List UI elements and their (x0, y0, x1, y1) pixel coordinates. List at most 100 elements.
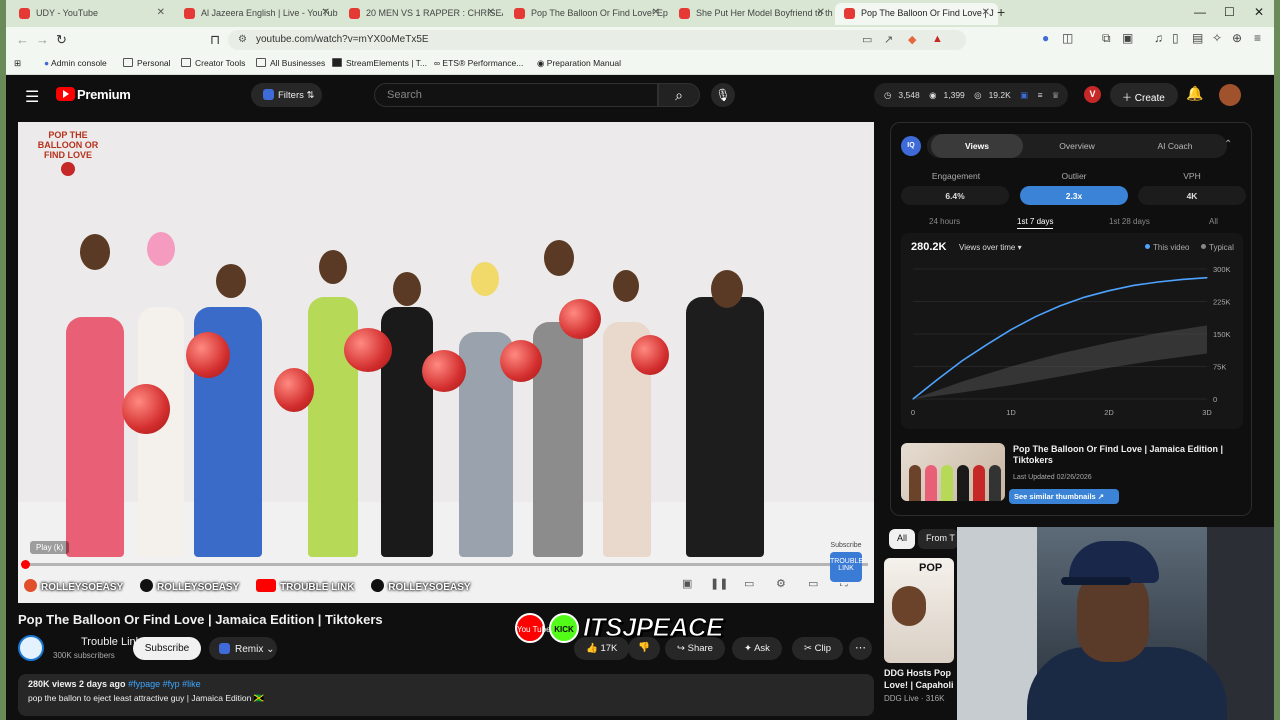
site-info-icon[interactable]: ⚙ (238, 34, 247, 45)
red-balloon (422, 350, 466, 392)
more-actions-icon[interactable]: ⋯ (849, 637, 872, 660)
miniplayer-icon[interactable]: ▭ (808, 577, 818, 590)
bookmark-admin-console[interactable]: ● Admin console (44, 58, 107, 68)
browser-tab[interactable]: UDY - YouTube ✕ (10, 3, 173, 25)
bookmark-folder-personal[interactable]: Personal (123, 58, 171, 68)
close-tab-icon[interactable]: ✕ (322, 7, 330, 18)
metric-engagement[interactable]: 6.4% (901, 186, 1009, 205)
dislike-button[interactable]: 👎 (628, 637, 660, 660)
channel-stats-pill[interactable]: ◷ 3,548 ◉ 1,399 ◎ 19.2K ▣ ≡ ♕ (874, 83, 1068, 107)
close-window-icon[interactable]: ✕ (1254, 5, 1264, 19)
extension-v-badge[interactable]: V (1084, 86, 1101, 103)
range-first-7-days[interactable]: 1st 7 days (1017, 217, 1054, 229)
like-button[interactable]: 👍 17K (574, 637, 630, 660)
wallet-icon[interactable]: ▤ (1192, 31, 1203, 45)
install-icon[interactable]: ▭ (862, 33, 872, 46)
browser-tab-active[interactable]: Pop The Balloon Or Find Love | J ✕ (835, 3, 998, 25)
tab-ai-coach[interactable]: AI Coach (1129, 134, 1221, 158)
filters-button[interactable]: Filters ⇅ (251, 83, 322, 107)
see-similar-thumbnails-button[interactable]: See similar thumbnails ↗ (1009, 489, 1119, 504)
ask-button[interactable]: ✦ Ask (732, 637, 782, 660)
extensions-puzzle-icon[interactable]: ⧉ (1102, 31, 1111, 46)
metric-vph[interactable]: 4K (1138, 186, 1246, 205)
leo-ai-icon[interactable]: ✧ (1212, 31, 1222, 45)
sidebar-icon[interactable]: ▯ (1172, 31, 1179, 45)
vidiq-player-icon[interactable]: ▣ (682, 577, 692, 590)
forward-icon[interactable]: → (36, 32, 49, 47)
hashtags[interactable]: #fypage #fyp #like (128, 679, 201, 689)
new-tab-icon[interactable]: + (997, 4, 1005, 20)
bookmark-folder-creator-tools[interactable]: Creator Tools (181, 58, 245, 68)
search-button[interactable]: ⌕ (658, 83, 700, 107)
share-button[interactable]: ↪ Share (665, 637, 725, 660)
metric-outlier[interactable]: 2.3x (1020, 186, 1128, 205)
tab-overview[interactable]: Overview (1031, 134, 1123, 158)
extension-icon[interactable]: ● (1042, 31, 1049, 45)
scrubber-handle[interactable] (21, 560, 30, 569)
menu-icon[interactable]: ≡ (1254, 31, 1261, 45)
guide-menu-icon[interactable]: ☰ (25, 87, 39, 107)
brave-shield-icon[interactable]: ◆ (908, 33, 916, 46)
reload-icon[interactable]: ↻ (56, 32, 67, 48)
range-first-28-days[interactable]: 1st 28 days (1109, 217, 1150, 226)
share-page-icon[interactable]: ↗ (884, 33, 893, 46)
youtube-premium-label[interactable]: Premium (77, 87, 131, 102)
close-tab-icon[interactable]: ✕ (652, 7, 660, 18)
description-box[interactable]: 280K views 2 days ago #fypage #fyp #like… (18, 674, 874, 716)
browser-tab[interactable]: Pop The Balloon Or Find Love! Ep.1 ✕ (505, 3, 668, 25)
vpn-icon[interactable]: ⊕ (1232, 31, 1242, 45)
plus-icon: ＋ (1122, 93, 1135, 104)
bookmark-ets[interactable]: ∞ ETS® Performance... (434, 58, 523, 68)
range-24-hours[interactable]: 24 hours (929, 217, 960, 226)
collapse-panel-icon[interactable]: ⌃ (1224, 139, 1232, 150)
bookmark-streamelements[interactable]: StreamElements | T... (332, 58, 427, 68)
back-icon[interactable]: ← (16, 32, 29, 47)
pause-icon[interactable]: ❚❚ (710, 577, 728, 590)
clip-button[interactable]: ✂ Clip (792, 637, 843, 660)
extension-icon[interactable]: ▣ (1122, 31, 1133, 45)
maximize-icon[interactable]: ☐ (1224, 5, 1235, 19)
eye-icon: ◉ (929, 90, 937, 100)
account-avatar[interactable] (1219, 84, 1241, 106)
channel-avatar[interactable] (18, 635, 44, 661)
minimize-icon[interactable]: — (1194, 5, 1206, 19)
search-input[interactable]: Search (374, 83, 658, 107)
rec-video-title[interactable]: DDG Hosts Pop Love! | Capaholi (884, 667, 954, 691)
browser-tab[interactable]: Al Jazeera English | Live - YouTub ✕ (175, 3, 338, 25)
remix-button[interactable]: Remix ⌄ (209, 637, 277, 660)
mic-icon: 🎙 (715, 88, 731, 102)
rewards-icon[interactable]: ▲ (932, 33, 943, 45)
video-player[interactable]: POP THE BALLOON OR FIND LOVE Play (k) RO… (18, 122, 874, 603)
recommended-title[interactable]: Pop The Balloon Or Find Love | Jamaica E… (1013, 444, 1241, 466)
notifications-bell-icon[interactable]: 🔔 (1186, 85, 1203, 102)
rec-video-thumbnail[interactable]: POP (884, 558, 954, 663)
typical-band (913, 325, 1207, 399)
subscribe-button[interactable]: Subscribe (133, 637, 201, 660)
close-tab-icon[interactable]: ✕ (487, 7, 495, 18)
settings-gear-icon[interactable]: ⚙ (776, 577, 786, 590)
chip-all[interactable]: All (889, 529, 916, 549)
range-all[interactable]: All (1209, 217, 1218, 226)
apps-grid-icon[interactable]: ⊞ (14, 58, 21, 69)
bookmark-folder-all-businesses[interactable]: All Businesses (256, 58, 325, 68)
subscribe-watermark[interactable]: Subscribe TROUBLE LINK (826, 542, 866, 582)
youtube-logo-icon[interactable] (56, 87, 75, 101)
recommended-thumbnail[interactable] (901, 443, 1005, 501)
create-button[interactable]: ＋ Create (1110, 83, 1178, 107)
chip-from-channel[interactable]: From T (918, 529, 958, 549)
browser-tab[interactable]: 20 MEN VS 1 RAPPER : CHRISEAN R✕ (340, 3, 503, 25)
bookmark-preparation-manual[interactable]: ◉ Preparation Manual (537, 58, 621, 69)
bookmark-icon[interactable]: ⊓ (210, 32, 220, 48)
close-tab-icon[interactable]: ✕ (817, 7, 825, 18)
media-icon[interactable]: ♫ (1154, 31, 1163, 45)
red-balloon (186, 332, 230, 378)
extension-icon[interactable]: ◫ (1062, 31, 1073, 45)
voice-search-button[interactable]: 🎙 (711, 83, 735, 107)
captions-icon[interactable]: ▭ (744, 577, 754, 590)
browser-tab[interactable]: She Put Her Model Boyfriend to the ✕ (670, 3, 833, 25)
video-progress-bar[interactable] (21, 560, 868, 569)
close-tab-icon[interactable]: ✕ (157, 7, 165, 18)
url-input[interactable]: ⚙ youtube.com/watch?v=mYX0oMeTx5E ▭ ↗ ◆ … (228, 30, 966, 50)
tab-views[interactable]: Views (931, 134, 1023, 158)
close-tab-icon[interactable]: ✕ (982, 7, 990, 18)
